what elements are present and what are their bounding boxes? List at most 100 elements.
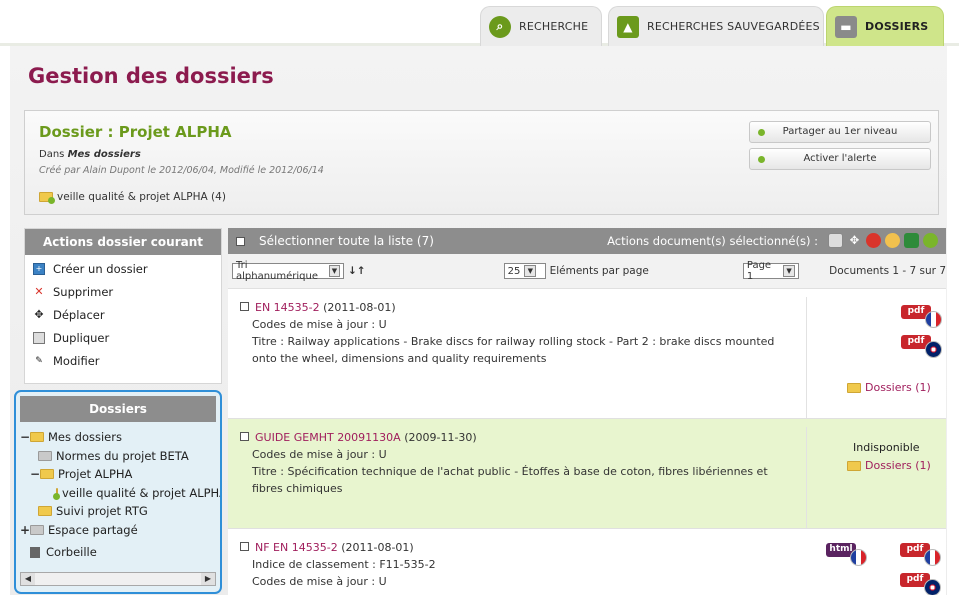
tree-label: Espace partagé (48, 522, 138, 537)
document-update-codes: Codes de mise à jour : U (252, 318, 387, 331)
tree-item-corbeille[interactable]: Corbeille (20, 543, 220, 562)
folder-icon (30, 432, 44, 443)
pdf-en-button[interactable]: pdf (901, 335, 945, 358)
delete-icon: ✕ (34, 285, 44, 298)
tree-label: Normes du projet BETA (56, 448, 189, 463)
create-folder-icon: + (33, 262, 45, 275)
tree-item-veille-qualite[interactable]: veille qualité & projet ALPHA (20, 484, 220, 503)
document-ref-link[interactable]: EN 14535-2 (255, 301, 320, 314)
move-action[interactable]: ✥ Déplacer (25, 303, 221, 326)
document-update-codes: Codes de mise à jour : U (252, 448, 387, 461)
tab-dossiers[interactable]: ▬ DOSSIERS (826, 6, 944, 46)
sort-direction-icon[interactable]: ↓↑ (348, 265, 366, 277)
dossier-title: Dossier : Projet ALPHA (39, 123, 232, 141)
chevron-down-icon: ▼ (524, 265, 537, 277)
shared-folder-icon (53, 487, 60, 500)
location-link[interactable]: Mes dossiers (68, 149, 141, 160)
horizontal-scrollbar[interactable]: ◀ ▶ (20, 572, 216, 586)
action-label: Dupliquer (53, 330, 110, 345)
tree-label: Suivi projet RTG (56, 504, 148, 519)
tab-label: RECHERCHES SAUVEGARDÉES (647, 20, 820, 33)
delete-action[interactable]: ✕ Supprimer (25, 280, 221, 303)
edit-icon: ✎ (35, 355, 43, 366)
tree-item-normes-beta[interactable]: Normes du projet BETA (20, 447, 220, 466)
action-label: Supprimer (53, 284, 114, 299)
document-checkbox[interactable] (240, 542, 249, 551)
tree-label: Corbeille (46, 545, 97, 560)
duplicate-icon[interactable] (828, 233, 843, 248)
document-date: (2011-08-01) (341, 541, 414, 554)
folder-icon (847, 382, 861, 393)
page-select[interactable]: Page 1 ▼ (742, 260, 799, 282)
duplicate-action[interactable]: Dupliquer (25, 326, 221, 349)
print-icon[interactable] (923, 233, 938, 248)
tree-label: Mes dossiers (48, 430, 122, 445)
email-icon[interactable] (885, 233, 900, 248)
uk-flag-icon (924, 579, 941, 595)
sort-value: Tri alphanumérique (236, 260, 319, 282)
tab-recherches-sauvegardees[interactable]: ▲ RECHERCHES SAUVEGARDÉES (608, 6, 824, 46)
document-checkbox[interactable] (240, 432, 249, 441)
top-tabs: ⌕ RECHERCHE ▲ RECHERCHES SAUVEGARDÉES ▬ … (0, 0, 959, 46)
tree-label: veille qualité & projet ALPHA (62, 485, 220, 500)
selected-actions: Actions document(s) sélectionné(s) : ✥ (607, 233, 938, 248)
document-checkbox[interactable] (240, 302, 249, 311)
dossiers-panel: Dossiers − Mes dossiers Normes du projet… (14, 390, 222, 594)
document-ref-link[interactable]: GUIDE GEMHT 20091130A (255, 431, 401, 444)
move-icon[interactable]: ✥ (847, 233, 862, 248)
expand-toggle[interactable]: + (20, 523, 30, 537)
delete-icon[interactable] (866, 233, 881, 248)
page-title: Gestion des dossiers (28, 64, 274, 88)
tab-label: RECHERCHE (519, 20, 589, 33)
shared-folder-icon (39, 192, 55, 204)
folder-tree: − Mes dossiers Normes du projet BETA − P… (16, 422, 220, 562)
sort-select[interactable]: Tri alphanumérique ▼ (232, 260, 344, 282)
tree-label: Projet ALPHA (58, 467, 133, 482)
dossier-header: Dossier : Projet ALPHA Dans Mes dossiers… (24, 110, 939, 215)
dossiers-count: Dossiers (1) (865, 459, 931, 472)
collapse-toggle[interactable]: − (20, 430, 30, 444)
document-title: Titre : Railway applications - Brake dis… (252, 335, 775, 365)
tab-recherche[interactable]: ⌕ RECHERCHE (480, 6, 602, 46)
tree-item-espace-partage[interactable]: + Espace partagé (20, 521, 220, 540)
action-label: Modifier (53, 353, 100, 368)
scroll-right-icon[interactable]: ▶ (201, 573, 215, 585)
document-side: pdf pdf Dossiers (1) (806, 297, 946, 426)
tree-item-suivi-rtg[interactable]: Suivi projet RTG (20, 502, 220, 521)
select-all-checkbox[interactable] (236, 236, 245, 246)
dossiers-count: Dossiers (1) (865, 381, 931, 394)
folder-icon (38, 506, 52, 517)
folder-icon (38, 450, 52, 461)
tab-label: DOSSIERS (865, 20, 929, 33)
document-ref-link[interactable]: NF EN 14535-2 (255, 541, 338, 554)
alert-button[interactable]: Activer l'alerte (749, 148, 931, 170)
document-side: Indisponible Dossiers (1) (806, 427, 946, 536)
dossier-location: Dans Mes dossiers (39, 149, 141, 160)
edit-action[interactable]: ✎ Modifier (25, 349, 221, 372)
scroll-left-icon[interactable]: ◀ (21, 573, 35, 585)
tree-item-projet-alpha[interactable]: − Projet ALPHA (20, 465, 220, 484)
page: Gestion des dossiers Dossier : Projet AL… (10, 46, 947, 595)
create-folder-action[interactable]: + Créer un dossier (25, 257, 221, 280)
collapse-toggle[interactable]: − (30, 467, 40, 481)
select-all-label[interactable]: Sélectionner toute la liste (7) (259, 234, 434, 248)
tree-item-mes-dossiers[interactable]: − Mes dossiers (20, 428, 220, 447)
per-page-select[interactable]: 25 ▼ (503, 263, 546, 279)
trash-icon (30, 546, 40, 558)
subfolder-link[interactable]: veille qualité & projet ALPHA (4) (39, 191, 226, 204)
pdf-en-button[interactable]: pdf (900, 573, 944, 595)
document-dossiers-link[interactable]: Dossiers (1) (847, 381, 931, 394)
pdf-fr-button[interactable]: pdf (900, 543, 944, 566)
folder-icon (847, 460, 861, 471)
html-fr-button[interactable]: html (826, 543, 870, 566)
pdf-fr-button[interactable]: pdf (901, 305, 945, 328)
document-count: Documents 1 - 7 sur 7 (829, 265, 946, 277)
search-icon: ⌕ (489, 15, 511, 38)
document-side: html pdf pdf (806, 537, 946, 595)
excel-icon[interactable] (904, 233, 919, 248)
share-button[interactable]: Partager au 1er niveau (749, 121, 931, 143)
action-label: Déplacer (53, 307, 105, 322)
document-dossiers-link[interactable]: Dossiers (1) (847, 459, 931, 472)
action-label: Créer un dossier (53, 261, 148, 276)
shared-space-icon (30, 524, 44, 535)
